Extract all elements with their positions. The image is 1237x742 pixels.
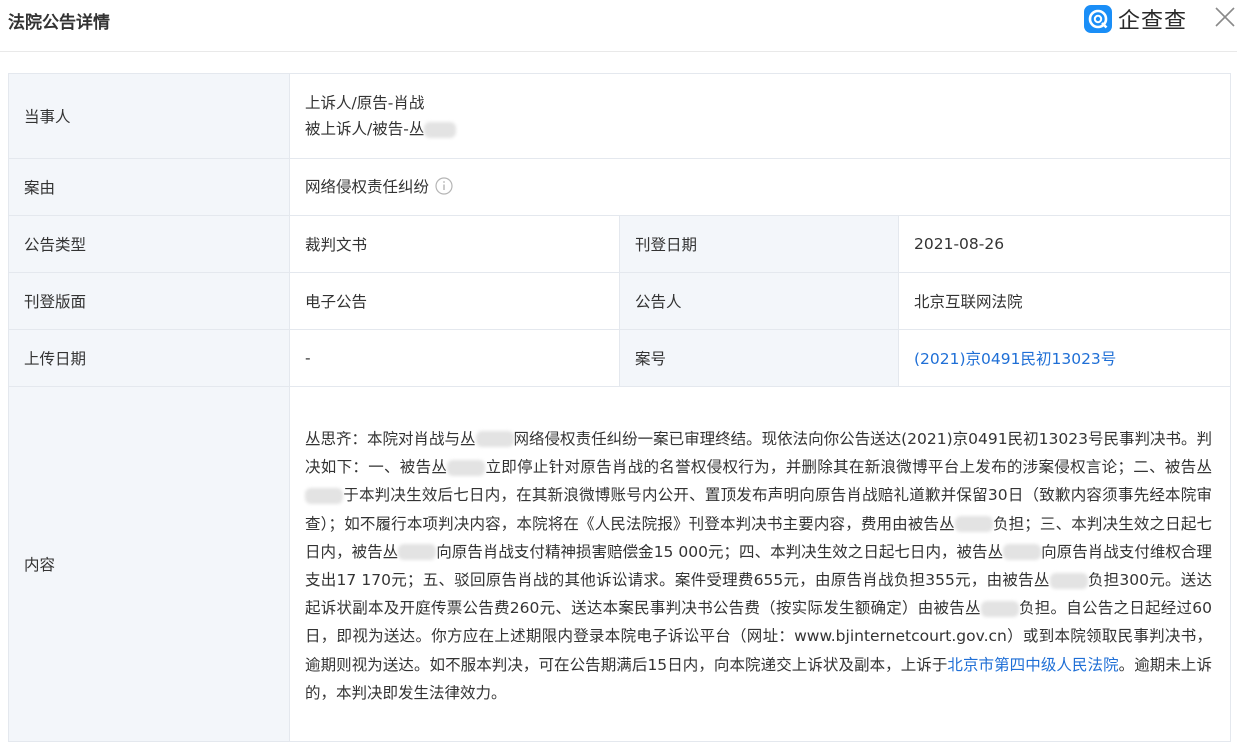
announcer-label: 公告人 (619, 272, 899, 330)
redacted-name (980, 600, 1019, 617)
redacted-name (1003, 544, 1042, 561)
info-icon[interactable] (435, 177, 453, 199)
notice-type-value: 裁判文书 (289, 215, 620, 273)
appellant-text: 上诉人/原告-肖战 (305, 94, 425, 112)
redacted-name (447, 459, 486, 476)
publish-date-value: 2021-08-26 (898, 215, 1231, 273)
cause-label: 案由 (8, 158, 290, 216)
content-text: 立即停止针对原告肖战的名誉权侵权行为，并删除其在新浪微博平台上发布的涉案侵权言论… (485, 458, 1212, 477)
layout-value: 电子公告 (289, 272, 620, 330)
table-row: 上传日期 - 案号 (2021)京0491民初13023号 (8, 329, 1231, 387)
parties-value: 上诉人/原告-肖战 被上诉人/被告-丛 (289, 73, 1231, 159)
table-row: 公告类型 裁判文书 刊登日期 2021-08-26 (8, 215, 1231, 273)
qichacha-logo-icon (1084, 5, 1112, 33)
redacted-name (475, 431, 514, 448)
content-label: 内容 (8, 386, 290, 742)
case-no-label: 案号 (619, 329, 899, 387)
notice-type-label: 公告类型 (8, 215, 290, 273)
redacted-name (954, 516, 993, 533)
case-no-link[interactable]: (2021)京0491民初13023号 (914, 350, 1116, 368)
close-icon[interactable] (1214, 6, 1236, 28)
appellee-line: 被上诉人/被告-丛 (305, 116, 1229, 142)
cause-value: 网络侵权责任纠纷 (289, 158, 1231, 216)
redacted-name (424, 121, 457, 138)
layout-label: 刊登版面 (8, 272, 290, 330)
redacted-name (305, 487, 343, 504)
table-row: 案由 网络侵权责任纠纷 (8, 158, 1231, 216)
page-title: 法院公告详情 (8, 13, 110, 33)
redacted-name (1049, 572, 1088, 589)
announcer-value: 北京互联网法院 (898, 272, 1231, 330)
case-no-value: (2021)京0491民初13023号 (898, 329, 1231, 387)
parties-label: 当事人 (8, 73, 290, 159)
brand-name: 企查查 (1118, 9, 1188, 34)
content-text: 丛思齐：本院对肖战与丛 (305, 429, 476, 448)
content-text: 向原告肖战支付精神损害赔偿金15 000元；四、本判决生效之日起七日内，被告丛 (436, 542, 1004, 561)
upload-date-value: - (289, 329, 620, 387)
court-link[interactable]: 北京市第四中级人民法院 (947, 656, 1118, 674)
content-value: 丛思齐：本院对肖战与丛 网络侵权责任纠纷一案已审理终结。现依法向你公告送达(202… (289, 386, 1231, 742)
table-row: 当事人 上诉人/原告-肖战 被上诉人/被告-丛 (8, 73, 1231, 159)
cause-text: 网络侵权责任纠纷 (305, 178, 430, 197)
upload-date-label: 上传日期 (8, 329, 290, 387)
appellee-text: 被上诉人/被告-丛 (305, 120, 425, 138)
dialog-header: 法院公告详情 企查查 (0, 0, 1237, 52)
brand-logo[interactable]: 企查查 (1084, 4, 1187, 34)
publish-date-label: 刊登日期 (619, 215, 899, 273)
redacted-name (398, 544, 437, 561)
table-row: 内容 丛思齐：本院对肖战与丛 网络侵权责任纠纷一案已审理终结。现依法向你公告送达(… (8, 386, 1231, 742)
table-row: 刊登版面 电子公告 公告人 北京互联网法院 (8, 272, 1231, 330)
notice-detail-table: 当事人 上诉人/原告-肖战 被上诉人/被告-丛 案由 网络侵权责任纠纷 公告类型… (8, 73, 1231, 742)
